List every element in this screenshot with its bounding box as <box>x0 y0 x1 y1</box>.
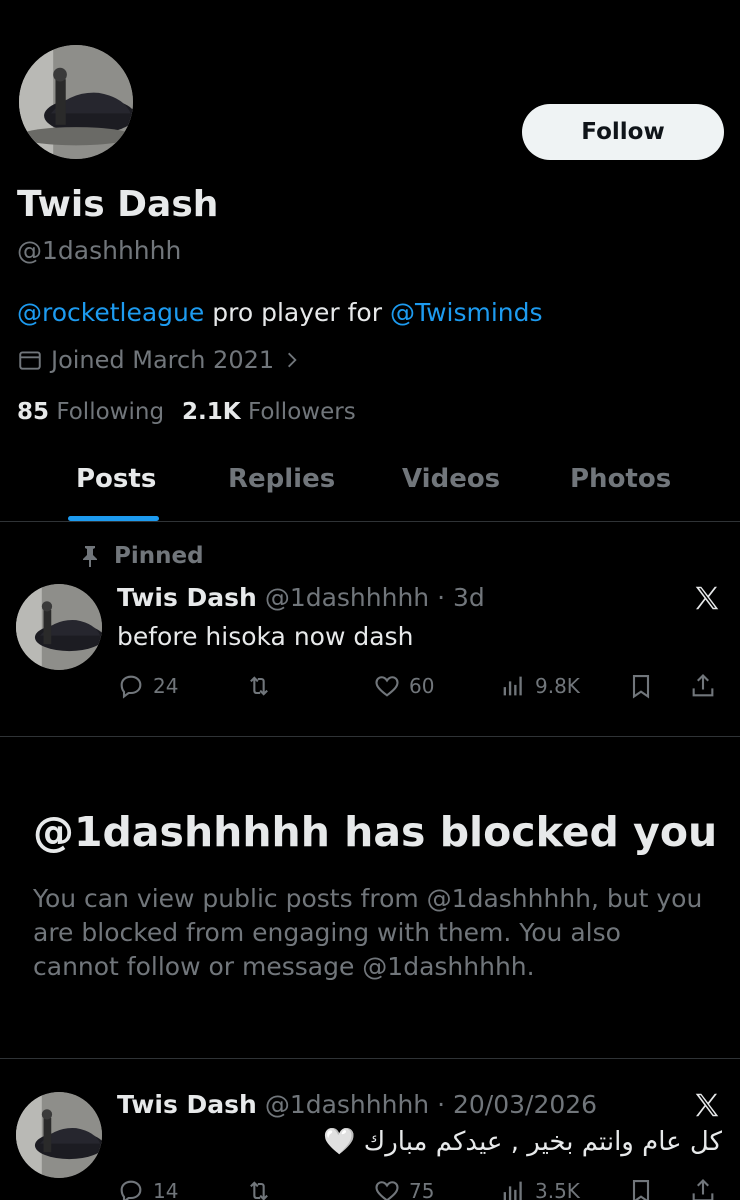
calendar-icon <box>19 351 41 370</box>
post-actions: 24 60 9.8K <box>117 672 727 712</box>
post-author-name[interactable]: Twis Dash <box>117 583 257 612</box>
post-author-name[interactable]: Twis Dash <box>117 1090 257 1119</box>
share-icon <box>692 674 714 697</box>
car-photo-icon <box>16 584 102 670</box>
heart-icon <box>375 1181 399 1200</box>
views-count: 3.5K <box>535 1179 580 1200</box>
bookmark-icon <box>632 1180 650 1200</box>
reply-icon <box>120 1180 142 1200</box>
post-header: Twis Dash @1dashhhhh · 3d <box>117 583 485 612</box>
following-label: Following <box>56 399 165 425</box>
views-chart-icon <box>503 1181 522 1200</box>
bio-text: pro player for <box>204 298 390 327</box>
following-count: 85 <box>17 399 50 425</box>
repost-icon <box>250 1181 268 1200</box>
x-logo-icon[interactable] <box>692 1090 722 1120</box>
profile-bio: @rocketleague pro player for @Twisminds <box>17 298 543 327</box>
pinned-indicator: Pinned <box>80 543 204 569</box>
post-header: Twis Dash @1dashhhhh · 20/03/2026 <box>117 1090 597 1119</box>
bookmark-icon <box>632 675 650 699</box>
tab-posts[interactable]: Posts <box>76 464 156 494</box>
like-button[interactable]: 75 <box>373 1177 434 1200</box>
views-button[interactable]: 9.8K <box>499 672 580 700</box>
followers-label: Followers <box>247 399 356 425</box>
pin-icon <box>83 546 97 567</box>
followers-count: 2.1K <box>182 399 241 425</box>
follow-button[interactable]: Follow <box>522 104 724 160</box>
repost-button[interactable] <box>245 1177 273 1200</box>
views-count: 9.8K <box>535 674 580 698</box>
post-avatar[interactable] <box>16 584 102 670</box>
reply-button[interactable]: 24 <box>117 672 178 700</box>
profile-avatar[interactable] <box>16 42 136 162</box>
profile-display-name: Twis Dash <box>17 184 219 225</box>
joined-date[interactable]: Joined March 2021 <box>17 346 302 374</box>
tab-photos[interactable]: Photos <box>570 464 671 494</box>
views-button[interactable]: 3.5K <box>499 1177 580 1200</box>
blocked-title: @1dashhhhh has blocked you <box>33 808 718 856</box>
active-tab-indicator <box>68 516 159 521</box>
repost-button[interactable] <box>245 672 273 700</box>
reply-button[interactable]: 14 <box>117 1177 178 1200</box>
like-count: 75 <box>409 1179 435 1200</box>
repost-icon <box>250 676 268 696</box>
profile-stats: 85 Following 2.1K Followers <box>17 399 356 425</box>
profile-handle: @1dashhhhh <box>17 236 182 265</box>
reply-count: 24 <box>153 674 179 698</box>
followers-stat[interactable]: 2.1K Followers <box>182 399 356 425</box>
section-divider <box>0 1058 740 1059</box>
views-chart-icon <box>503 676 522 696</box>
bio-mention-rocketleague[interactable]: @rocketleague <box>17 298 204 327</box>
blocked-message: You can view public posts from @1dashhhh… <box>33 884 703 981</box>
bookmark-button[interactable] <box>627 672 655 700</box>
post-author-handle-time: @1dashhhhh · 20/03/2026 <box>264 1090 598 1119</box>
reply-count: 14 <box>153 1179 179 1200</box>
post-text: كل عام وانتم بخير , عيدكم مبارك 🤍 <box>323 1127 722 1157</box>
like-count: 60 <box>409 674 435 698</box>
share-button[interactable] <box>689 672 717 700</box>
post-author-handle-time: @1dashhhhh · 3d <box>264 583 485 612</box>
share-icon <box>692 1179 714 1200</box>
tab-replies[interactable]: Replies <box>228 464 335 494</box>
share-button[interactable] <box>689 1177 717 1200</box>
like-button[interactable]: 60 <box>373 672 434 700</box>
car-photo-icon <box>19 45 133 159</box>
bio-mention-twisminds[interactable]: @Twisminds <box>390 298 543 327</box>
tab-videos[interactable]: Videos <box>402 464 500 494</box>
x-logo-icon[interactable] <box>692 583 722 613</box>
following-stat[interactable]: 85 Following <box>17 399 164 425</box>
heart-icon <box>375 676 399 697</box>
reply-icon <box>120 675 142 699</box>
post-text: before hisoka now dash <box>117 622 414 651</box>
car-photo-icon <box>16 1092 102 1178</box>
pinned-label: Pinned <box>114 543 204 569</box>
profile-tabs: Posts Replies Videos Photos <box>0 440 740 522</box>
section-divider <box>0 736 740 737</box>
post-avatar[interactable] <box>16 1092 102 1178</box>
bookmark-button[interactable] <box>627 1177 655 1200</box>
chevron-right-icon <box>288 352 297 368</box>
joined-label: Joined March 2021 <box>51 346 275 374</box>
post-actions: 14 75 3.5K <box>117 1177 727 1200</box>
